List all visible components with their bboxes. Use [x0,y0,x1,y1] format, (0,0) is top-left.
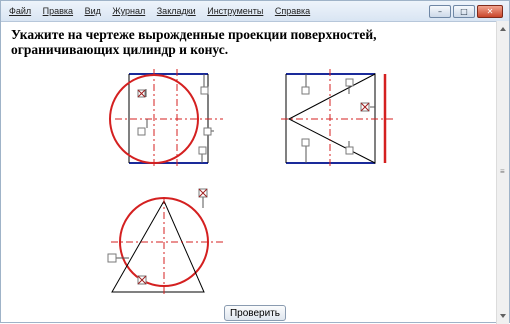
checkbox-v2-top-left[interactable] [301,86,310,95]
view-front [109,69,223,169]
checkbox-v3-left[interactable] [107,253,117,263]
checkbox-v1-top-right[interactable] [200,86,209,95]
scroll-grip-icon: ≡ [500,167,505,176]
checkbox-v1-left[interactable] [137,127,146,136]
checkbox-v1-top-left[interactable] [137,89,146,98]
app-window: Файл Правка Вид Журнал Закладки Инструме… [0,0,510,324]
check-button[interactable]: Проверить [224,305,286,321]
scroll-up-arrow-icon[interactable] [500,27,506,31]
scroll-down-arrow-icon[interactable] [500,314,506,318]
checkbox-v3-bottom[interactable] [137,275,147,285]
checkbox-v1-right[interactable] [203,127,212,136]
checkbox-v2-right[interactable] [360,102,370,112]
vertical-scrollbar[interactable]: ≡ [496,21,509,324]
projection-drawing [107,69,393,295]
checkbox-v1-bottom-right[interactable] [198,146,207,155]
view-top [107,188,224,295]
checkbox-v2-bottom-left[interactable] [301,138,310,147]
checkbox-v3-top[interactable] [198,188,208,198]
checkbox-v2-bottom-mid[interactable] [345,146,354,155]
view-side [281,69,393,169]
checkbox-v2-top-mid[interactable] [345,78,354,87]
